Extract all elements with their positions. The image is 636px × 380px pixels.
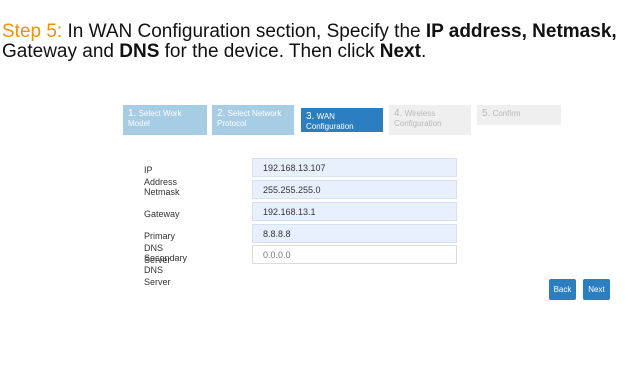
instruction-text: Step 5: In WAN Configuration section, Sp… — [2, 22, 636, 62]
wizard-step-number: 3. — [306, 111, 315, 122]
wizard-step-label: Select Work Model — [128, 109, 182, 128]
instruction-text-part: In WAN Configuration section, Specify th… — [62, 22, 426, 42]
wizard-step-number: 4. — [394, 108, 403, 119]
ip-address-field[interactable] — [252, 158, 457, 177]
back-button[interactable]: Back — [549, 279, 576, 300]
next-button[interactable]: Next — [583, 279, 610, 300]
instruction-line-1: Step 5: In WAN Configuration section, Sp… — [2, 22, 636, 42]
wizard-step-wireless-configuration[interactable]: 4. Wireless Configuration — [389, 105, 471, 135]
secondary-dns-field[interactable] — [252, 245, 457, 264]
ip-address-label: IP Address — [144, 165, 178, 187]
gateway-label: Gateway — [144, 209, 180, 219]
netmask-field[interactable] — [252, 180, 457, 199]
instruction-bold-next: Next — [379, 41, 421, 62]
instruction-line-2: Gateway and DNS for the device. Then cli… — [2, 42, 636, 62]
instruction-text-part: for the device. Then click — [159, 41, 380, 62]
instruction-step-number: Step 5: — [2, 22, 63, 42]
wizard-step-label: Confirm — [492, 109, 521, 118]
wizard-step-wan-configuration[interactable]: 3. WAN Configuration — [301, 108, 383, 132]
wizard-step-number: 5. — [482, 108, 491, 119]
secondary-dns-label: Secondary DNS Server — [144, 253, 188, 287]
instruction-text-part: Gateway and — [2, 41, 120, 62]
wizard-step-confirm[interactable]: 5. Confirm — [477, 105, 561, 125]
instruction-bold-dns: DNS — [119, 41, 160, 62]
wizard-step-label: Select Network Protocol — [217, 109, 282, 128]
wizard-step-number: 1. — [128, 108, 137, 119]
netmask-label: Netmask — [144, 187, 180, 197]
instruction-text-part: . — [420, 41, 427, 62]
instruction-bold-ip: IP address, Netmask, — [425, 22, 617, 42]
gateway-field[interactable] — [252, 202, 457, 221]
primary-dns-field[interactable] — [252, 224, 457, 243]
wizard-step-label: Wireless Configuration — [394, 109, 442, 128]
wizard-step-select-network-protocol[interactable]: 2. Select Network Protocol — [212, 105, 294, 135]
wizard-step-label: WAN Configuration — [306, 112, 354, 131]
wizard-step-select-work-model[interactable]: 1. Select Work Model — [123, 105, 207, 135]
wizard-step-number: 2. — [217, 108, 226, 119]
